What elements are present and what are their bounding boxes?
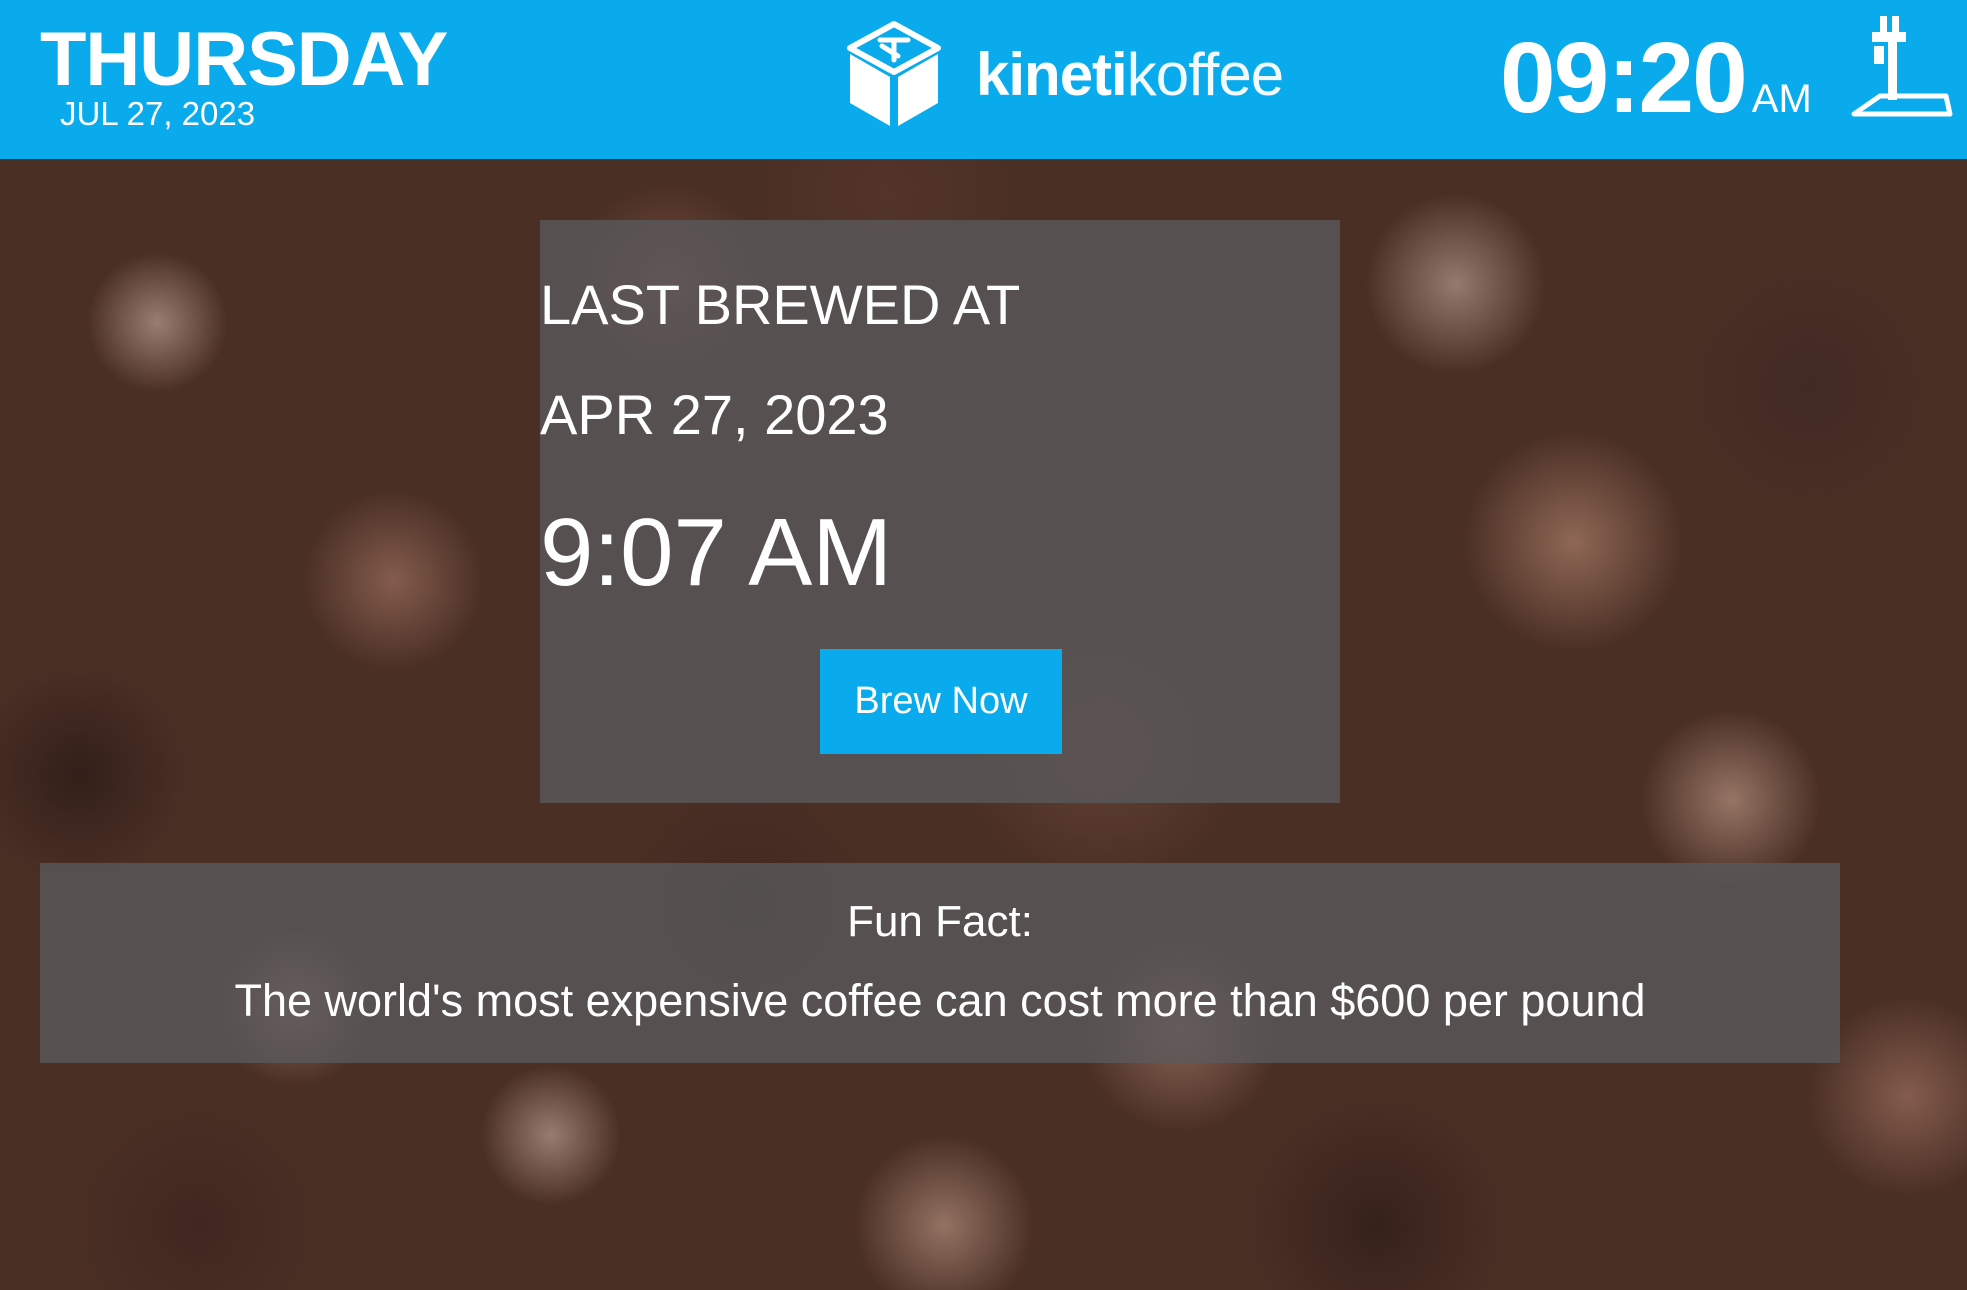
last-brewed-heading: LAST BREWED AT — [540, 273, 1021, 336]
fun-fact-panel: Fun Fact: The world's most expensive cof… — [40, 863, 1840, 1063]
brand-logo: kinetikoffee — [846, 20, 1284, 130]
header-bar: THURSDAY JUL 27, 2023 kinetikoffee 09:20… — [0, 0, 1967, 159]
current-time: 09:20 AM — [1500, 22, 1812, 134]
beer-tap-icon — [1851, 16, 1953, 117]
last-brewed-date: APR 27, 2023 — [540, 383, 889, 446]
fun-fact-label: Fun Fact: — [847, 897, 1033, 946]
fun-fact-text: The world's most expensive coffee can co… — [234, 975, 1646, 1026]
current-date: JUL 27, 2023 — [60, 95, 256, 132]
clock-time: 09:20 — [1500, 22, 1748, 134]
brand-name: kinetikoffee — [976, 40, 1284, 110]
brew-now-button[interactable]: Brew Now — [820, 649, 1062, 754]
clock-ampm: AM — [1751, 77, 1812, 121]
brand-name-light: koffee — [1126, 41, 1284, 108]
last-brewed-time: 9:07 AM — [540, 499, 893, 606]
weekday-label: THURSDAY — [40, 17, 448, 102]
kinetikoffee-cube-logo-icon — [847, 21, 941, 126]
brand-name-bold: kineti — [976, 41, 1128, 108]
